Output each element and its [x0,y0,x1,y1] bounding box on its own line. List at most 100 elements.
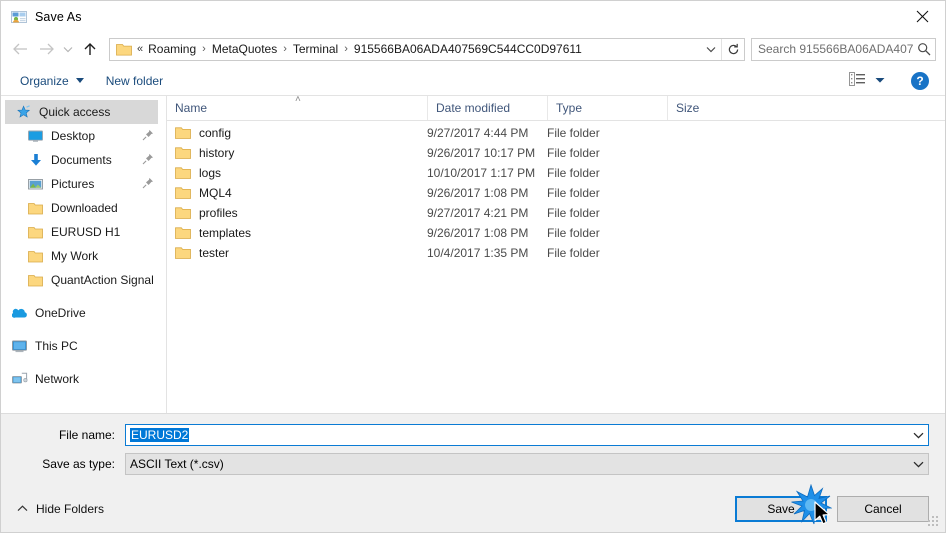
sidebar-item-desktop[interactable]: Desktop [1,124,166,148]
chevron-down-icon[interactable] [908,461,928,468]
file-type: File folder [547,146,600,160]
breadcrumb-item-3[interactable]: 915566BA06ADA407569C544CC0D97611 [351,41,585,57]
change-view-button[interactable] [845,69,889,92]
folder-icon [27,248,44,264]
breadcrumb-overflow[interactable]: « [137,43,145,55]
pin-icon[interactable] [142,177,154,192]
star-pin-icon [15,104,32,120]
sidebar-item-label: Downloaded [51,201,118,215]
command-toolbar: Organize New folder ? [1,66,945,96]
folder-icon [175,146,191,160]
sidebar-item-downloaded[interactable]: Downloaded [1,196,166,220]
desktop-icon [27,128,44,144]
folder-icon [175,186,191,200]
file-name-cell: tester [167,246,427,260]
pin-icon[interactable] [142,153,154,168]
file-name: templates [199,226,252,240]
file-date: 9/26/2017 1:08 PM [427,186,529,200]
folder-icon [175,126,191,140]
search-input[interactable]: Search 915566BA06ADA40756... [752,42,913,56]
file-name: logs [199,166,222,180]
hide-folders-button[interactable]: Hide Folders [11,498,110,520]
folder-icon [175,206,191,220]
table-row[interactable]: tester 10/4/2017 1:35 PM File folder [167,243,945,263]
chevron-down-icon[interactable] [908,432,928,439]
new-folder-button[interactable]: New folder [101,71,168,91]
file-name-input[interactable]: EURUSD2 [125,424,929,446]
breadcrumb: « Roaming › MetaQuotes › Terminal › 9155… [137,41,701,57]
view-layout-icon [849,72,866,89]
sidebar-item-label: Desktop [51,129,96,143]
cancel-button[interactable]: Cancel [837,496,929,522]
breadcrumb-separator[interactable]: › [199,43,209,55]
resize-grip-icon[interactable] [928,516,940,528]
breadcrumb-item-0[interactable]: Roaming [145,41,199,57]
sidebar-item-eurusd-h1[interactable]: EURUSD H1 [1,220,166,244]
file-type: File folder [547,166,600,180]
network-icon [11,371,28,387]
sidebar-item-label: Network [35,372,80,386]
search-box[interactable]: Search 915566BA06ADA40756... [751,37,936,61]
file-date: 10/4/2017 1:35 PM [427,246,529,260]
file-name-value: EURUSD2 [126,428,908,442]
sidebar-item-network[interactable]: Network [1,367,166,391]
address-bar[interactable]: « Roaming › MetaQuotes › Terminal › 9155… [109,37,745,61]
breadcrumb-separator[interactable]: › [280,43,290,55]
help-icon[interactable]: ? [911,71,929,90]
table-row[interactable]: profiles 9/27/2017 4:21 PM File folder [167,203,945,223]
table-row[interactable]: MQL4 9/26/2017 1:08 PM File folder [167,183,945,203]
pin-icon[interactable] [142,129,154,144]
sidebar-item-pictures[interactable]: Pictures [1,172,166,196]
sidebar-item-documents[interactable]: Documents [1,148,166,172]
organize-button[interactable]: Organize [15,71,89,91]
file-name-selected-text: EURUSD2 [130,428,190,442]
file-name: tester [199,246,230,260]
back-button[interactable] [7,36,33,62]
up-button[interactable] [77,36,103,62]
file-name-label: File name: [58,428,115,442]
dialog-footer: Hide Folders Save Cancel [1,486,945,532]
save-as-type-row: Save as type: ASCII Text (*.csv) [17,453,929,475]
folder-icon [116,42,132,56]
file-name-cell: config [167,126,427,140]
save-as-type-select[interactable]: ASCII Text (*.csv) [125,453,929,475]
chevron-up-icon [17,504,28,515]
breadcrumb-item-1[interactable]: MetaQuotes [209,41,280,57]
breadcrumb-separator[interactable]: › [341,43,351,55]
column-header-size[interactable]: Size [667,96,747,120]
column-header-name[interactable]: Name ˄ [167,94,427,120]
table-row[interactable]: logs 10/10/2017 1:17 PM File folder [167,163,945,183]
organize-label: Organize [20,73,69,88]
column-header-date-modified[interactable]: Date modified [427,96,547,120]
recent-locations-button[interactable] [59,36,77,62]
sidebar-divider [1,292,166,301]
navigation-sidebar: Quick access Desktop Documents Pictures … [1,96,167,413]
column-label: Name [175,101,208,115]
search-icon [913,42,935,56]
file-name-cell: logs [167,166,427,180]
table-row[interactable]: config 9/27/2017 4:44 PM File folder [167,123,945,143]
table-row[interactable]: templates 9/26/2017 1:08 PM File folder [167,223,945,243]
sidebar-item-onedrive[interactable]: OneDrive [1,301,166,325]
sidebar-item-this-pc[interactable]: This PC [1,334,166,358]
sidebar-item-quantaction-signal[interactable]: QuantAction Signal [1,268,166,292]
forward-button[interactable] [33,36,59,62]
file-name-cell: profiles [167,206,427,220]
sidebar-item-my-work[interactable]: My Work [1,244,166,268]
save-button[interactable]: Save [735,496,827,522]
breadcrumb-item-2[interactable]: Terminal [290,41,341,57]
table-row[interactable]: history 9/26/2017 10:17 PM File folder [167,143,945,163]
file-type: File folder [547,226,600,240]
save-label: Save [767,502,795,516]
folder-icon [27,224,44,240]
file-name: profiles [199,206,238,220]
column-header-type[interactable]: Type [547,96,667,120]
folder-icon [175,246,191,260]
folder-icon [27,200,44,216]
file-type: File folder [547,246,600,260]
close-button[interactable] [899,1,945,32]
refresh-icon[interactable] [721,38,744,60]
sidebar-item-quick-access[interactable]: Quick access [5,100,158,124]
file-date: 9/26/2017 10:17 PM [427,146,536,160]
address-dropdown-icon[interactable] [701,39,721,60]
